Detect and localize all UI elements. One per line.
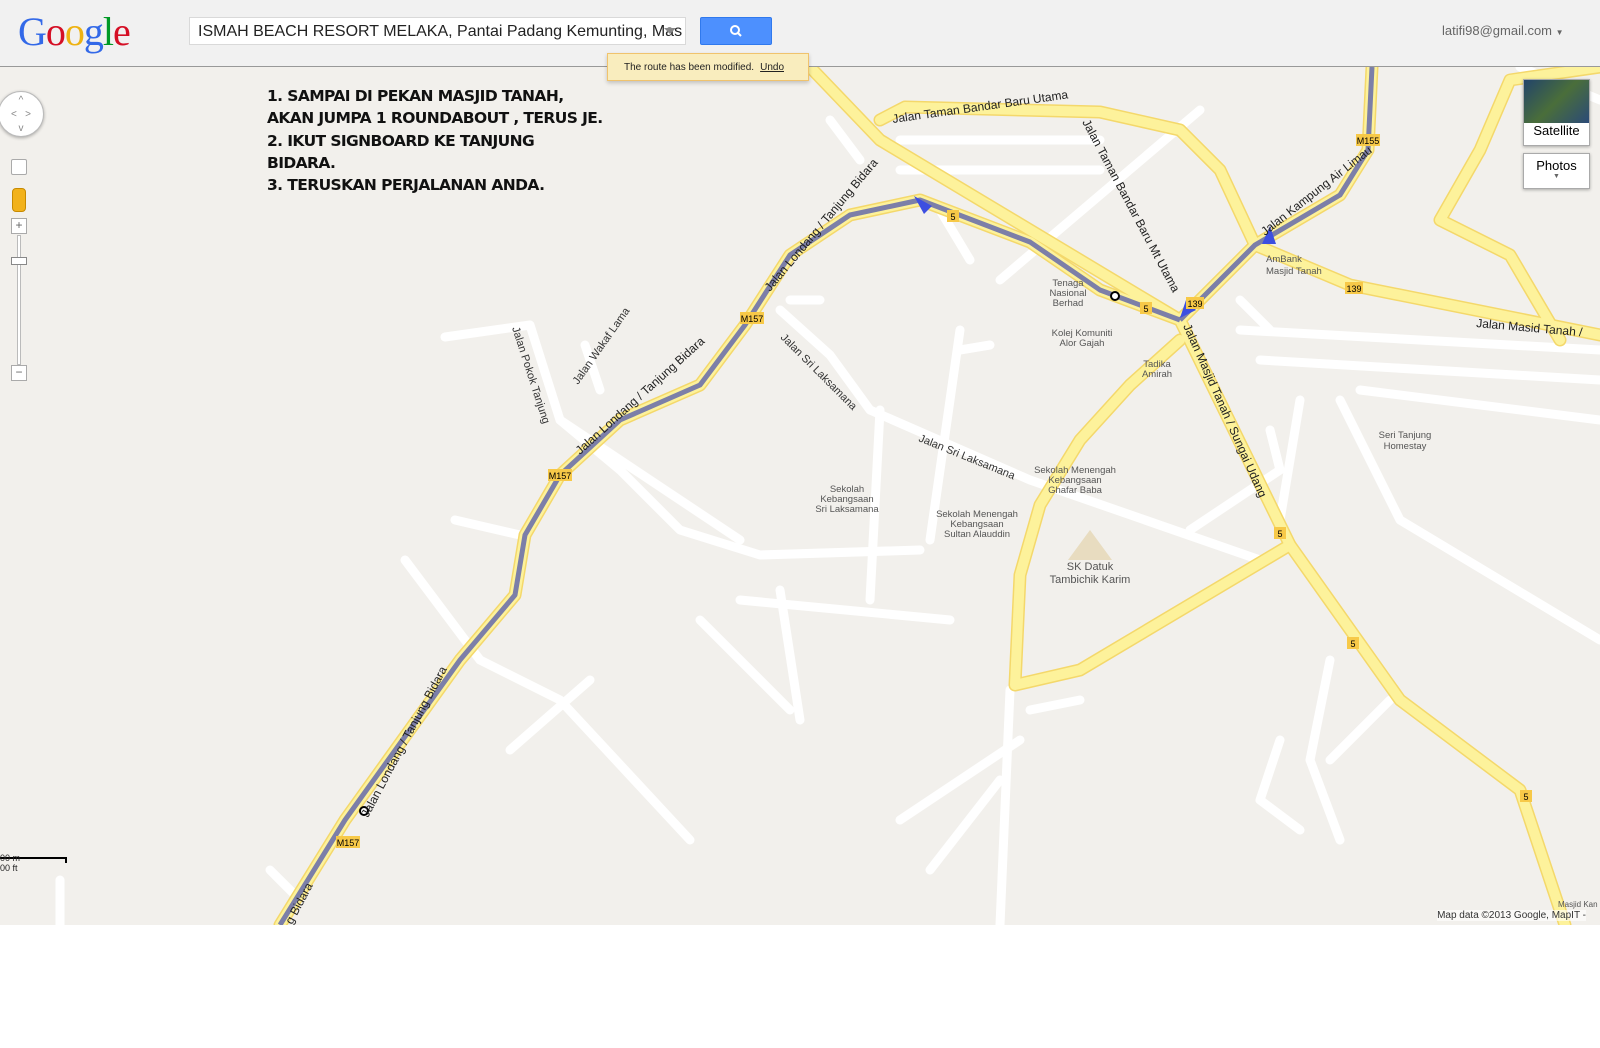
- shield-5: 5: [950, 212, 955, 222]
- map-attribution[interactable]: Map data ©2013 Google, MapIT -: [1437, 910, 1586, 921]
- search-input[interactable]: ISMAH BEACH RESORT MELAKA, Pantai Padang…: [189, 17, 686, 45]
- zoom-out-button[interactable]: −: [11, 365, 27, 381]
- poi-ambank: AmBank Masjid Tanah: [1266, 254, 1322, 277]
- pan-control[interactable]: ^ < > v: [0, 91, 44, 137]
- road-label: Jalan Londang / Tanjung Bidara: [358, 664, 450, 820]
- scale-imperial: 00 ft: [0, 863, 18, 873]
- poi-masjid: Masjid Kan: [1558, 900, 1598, 909]
- road-label: Jalan Londang / Tanjung Bidara: [762, 156, 881, 294]
- shield-5: 5: [1277, 529, 1282, 539]
- poi-sk-datuk: SK Datuk Tambichik Karim: [1050, 561, 1131, 586]
- zoom-in-button[interactable]: +: [11, 218, 27, 234]
- note-line: 1. SAMPAI DI PEKAN MASJID TANAH,: [267, 87, 564, 105]
- shield-m157: M157: [741, 314, 764, 324]
- poi-sri-laksamana: Sekolah Kebangsaan Sri Laksamana: [815, 484, 879, 515]
- note-line: 2. IKUT SIGNBOARD KE TANJUNG: [267, 131, 535, 150]
- pegman-icon[interactable]: [12, 188, 26, 212]
- shield-139: 139: [1346, 284, 1361, 294]
- account-menu[interactable]: latifi98@gmail.com ▼: [1442, 23, 1564, 38]
- waypoint-marker[interactable]: [1110, 291, 1120, 301]
- poi-tnb: Tenaga Nasional Berhad: [1050, 278, 1087, 309]
- satellite-button[interactable]: Satellite: [1523, 79, 1590, 146]
- poi-kolej: Kolej Komuniti Alor Gajah: [1052, 328, 1113, 349]
- route-modified-toast: The route has been modified. Undo: [607, 53, 809, 81]
- satellite-thumbnail: [1524, 80, 1589, 123]
- scale-bar: 00 m 00 ft: [0, 853, 70, 883]
- route-notes: 1. SAMPAI DI PEKAN MASJID TANAH, AKAN JU…: [267, 85, 603, 196]
- shield-m157: M157: [337, 838, 360, 848]
- shield-m157: M157: [549, 471, 572, 481]
- note-line: AKAN JUMPA 1 ROUNDABOUT , TERUS JE.: [267, 109, 603, 128]
- road-label: Jalan Wakaf Lama: [571, 305, 633, 387]
- note-line: 3. TERUSKAN PERJALANAN ANDA.: [267, 176, 545, 195]
- chevron-down-icon: ▼: [1553, 173, 1560, 180]
- road-label: Jalan Masjid Tanah / Sungai Udang: [1180, 322, 1269, 500]
- google-logo[interactable]: Google: [18, 8, 131, 55]
- magnifier-icon: [730, 25, 742, 37]
- account-email: latifi98@gmail.com: [1442, 23, 1553, 38]
- road-label: Jalan Sri Laksamana: [917, 433, 1018, 483]
- reset-button[interactable]: [11, 159, 27, 175]
- poi-tadika: Tadika Amirah: [1142, 359, 1172, 380]
- toast-message: The route has been modified.: [624, 62, 755, 73]
- poi-homestay: Seri Tanjung Homestay: [1379, 430, 1432, 452]
- poi-sultan-alauddin: Sekolah Menengah Kebangsaan Sultan Alauddi…: [936, 509, 1018, 540]
- school-area: [1068, 530, 1112, 560]
- zoom-slider[interactable]: [17, 235, 21, 365]
- search-dropdown-icon[interactable]: [664, 28, 676, 34]
- map-canvas[interactable]: Jalan Taman Bandar Baru Utama Jalan Tama…: [0, 67, 1600, 925]
- undo-link[interactable]: Undo: [760, 62, 784, 73]
- note-line: BIDARA.: [267, 153, 336, 172]
- shield-5: 5: [1523, 792, 1528, 802]
- photos-button[interactable]: Photos ▼: [1523, 153, 1590, 189]
- search-button[interactable]: [700, 17, 772, 45]
- road-label: Jalan Kampung Air Limau: [1258, 143, 1374, 238]
- satellite-label: Satellite: [1533, 123, 1580, 138]
- map-layer: Jalan Taman Bandar Baru Utama Jalan Tama…: [55, 67, 1600, 925]
- shield-5: 5: [1350, 639, 1355, 649]
- shield-5: 5: [1143, 304, 1148, 314]
- shield-m155: M155: [1357, 136, 1380, 146]
- photos-label: Photos: [1536, 158, 1577, 173]
- shield-139: 139: [1187, 299, 1202, 309]
- zoom-slider-handle[interactable]: [11, 257, 27, 265]
